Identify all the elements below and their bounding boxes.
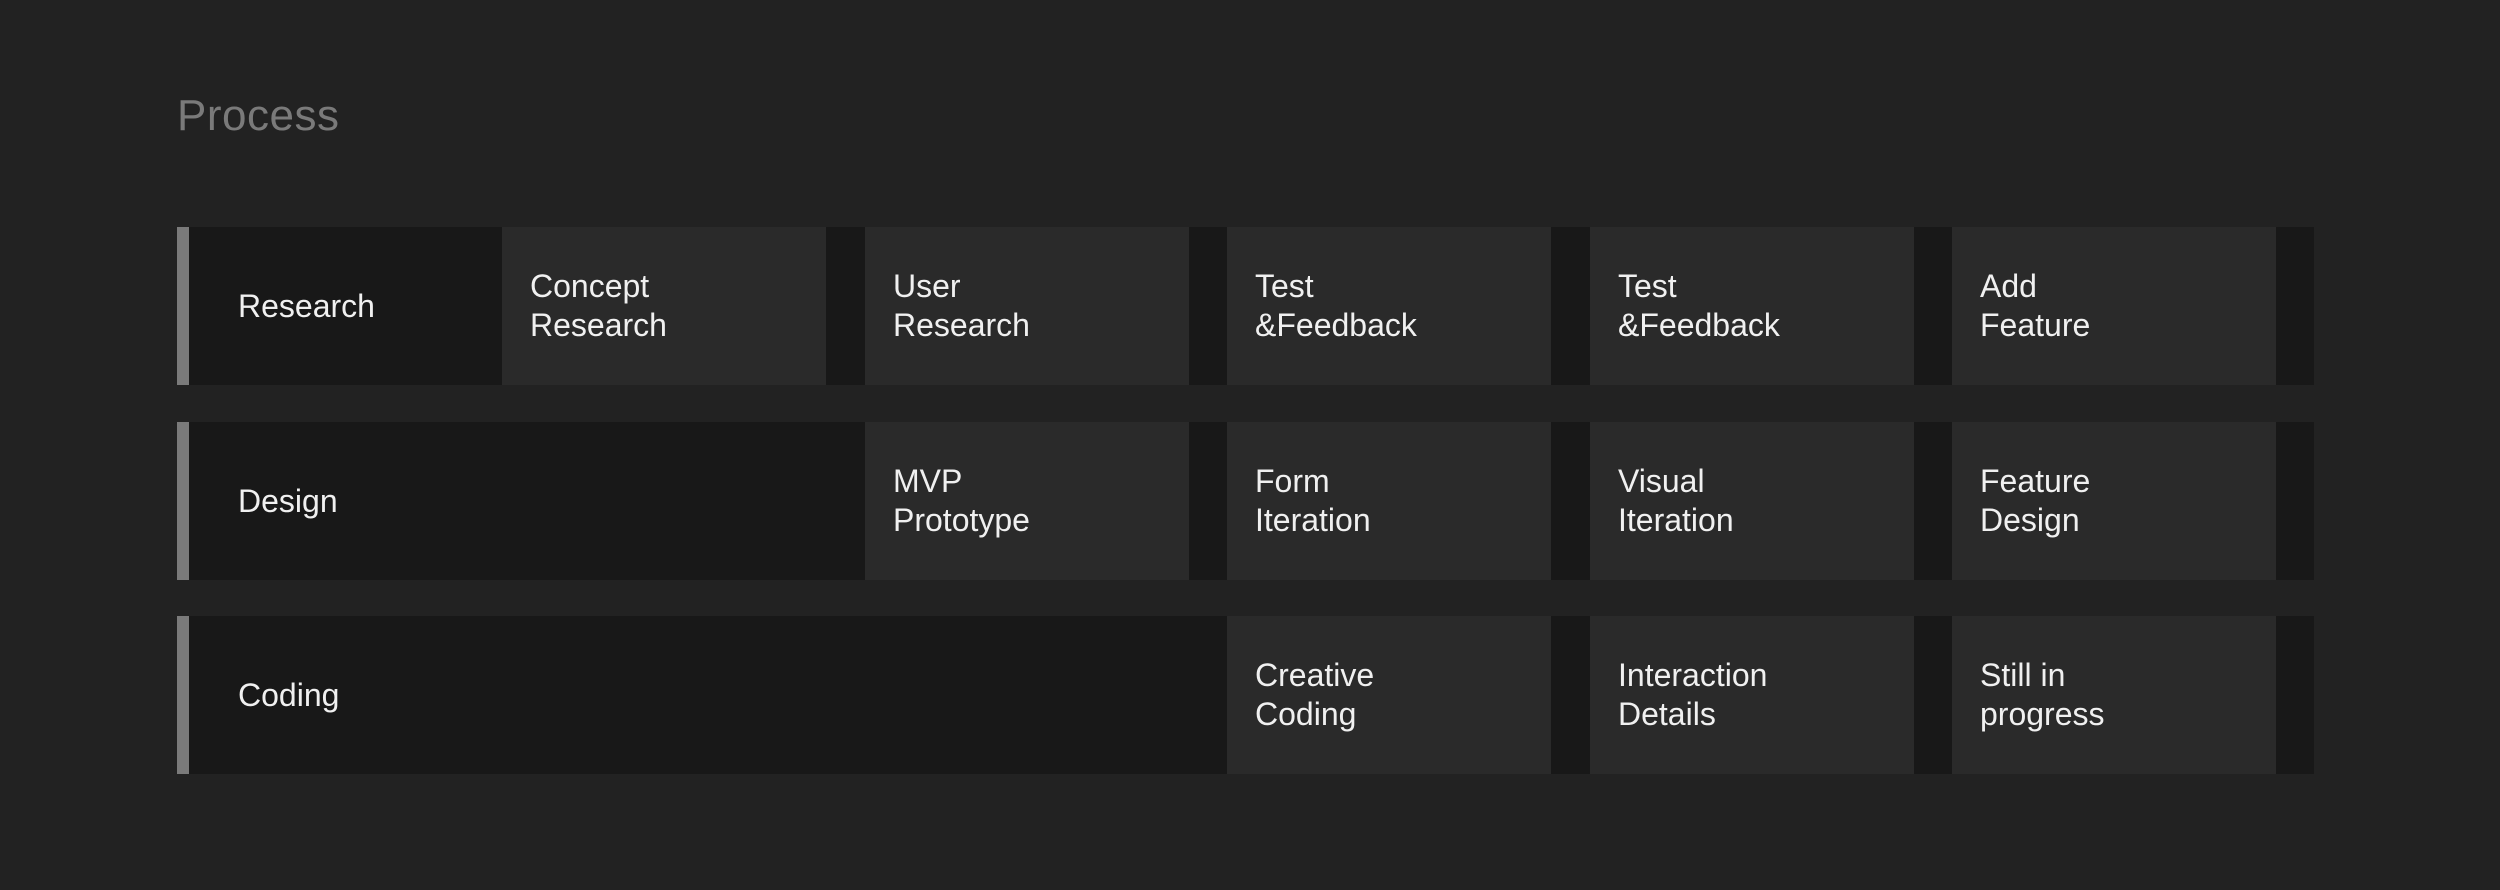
stage-cell: MVP Prototype bbox=[865, 422, 1189, 580]
stage-cell: Add Feature bbox=[1952, 227, 2276, 385]
stage-cell-line: Interaction bbox=[1618, 657, 1768, 693]
stage-cell: Concept Research bbox=[502, 227, 826, 385]
stage-cell: Test &Feedback bbox=[1227, 227, 1551, 385]
stage-cell-line: &Feedback bbox=[1618, 307, 1780, 343]
stage-cell-line: Creative bbox=[1255, 657, 1375, 693]
stage-cell: Visual Iteration bbox=[1590, 422, 1914, 580]
row-label: Research bbox=[238, 287, 375, 324]
row-design: Design MVP Prototype Form Iteration Visu… bbox=[177, 422, 2314, 580]
stage-cell: Feature Design bbox=[1952, 422, 2276, 580]
stage-cell-line: Test bbox=[1255, 268, 1314, 304]
stage-cell-line: Visual bbox=[1618, 463, 1705, 499]
stage-cell-line: Research bbox=[893, 307, 1030, 343]
process-diagram: Process Research Concept Research User R… bbox=[0, 0, 2500, 890]
stage-cell-line: MVP bbox=[893, 463, 963, 499]
stage-cell: Interaction Details bbox=[1590, 616, 1914, 774]
stage-cell-line: Test bbox=[1618, 268, 1677, 304]
stage-cell: User Research bbox=[865, 227, 1189, 385]
stage-cell-line: Design bbox=[1980, 502, 2080, 538]
row-label: Design bbox=[238, 482, 338, 519]
stage-cell-line: Still in bbox=[1980, 657, 2066, 693]
page-title: Process bbox=[177, 91, 340, 140]
row-label: Coding bbox=[238, 676, 340, 713]
stage-cell-line: Iteration bbox=[1255, 502, 1371, 538]
stage-cell-line: Form bbox=[1255, 463, 1330, 499]
stage-cell-line: Research bbox=[530, 307, 667, 343]
stage-cell-line: Prototype bbox=[893, 502, 1030, 538]
row-coding: Coding Creative Coding Interaction Detai… bbox=[177, 616, 2314, 774]
stage-cell-line: Concept bbox=[530, 268, 650, 304]
stage-cell-line: progress bbox=[1980, 696, 2105, 732]
row-accent-bar bbox=[177, 422, 189, 580]
row-accent-bar bbox=[177, 227, 189, 385]
stage-cell: Still in progress bbox=[1952, 616, 2276, 774]
stage-cell-line: Add bbox=[1980, 268, 2037, 304]
stage-cell: Creative Coding bbox=[1227, 616, 1551, 774]
stage-cell-line: Feature bbox=[1980, 463, 2091, 499]
stage-cell-line: User bbox=[893, 268, 961, 304]
row-research: Research Concept Research User Research … bbox=[177, 227, 2314, 385]
stage-cell-line: Coding bbox=[1255, 696, 1357, 732]
row-accent-bar bbox=[177, 616, 189, 774]
stage-cell: Form Iteration bbox=[1227, 422, 1551, 580]
stage-cell-line: Feature bbox=[1980, 307, 2091, 343]
stage-cell-line: Iteration bbox=[1618, 502, 1734, 538]
stage-cell-line: &Feedback bbox=[1255, 307, 1417, 343]
stage-cell: Test &Feedback bbox=[1590, 227, 1914, 385]
stage-cell-line: Details bbox=[1618, 696, 1716, 732]
